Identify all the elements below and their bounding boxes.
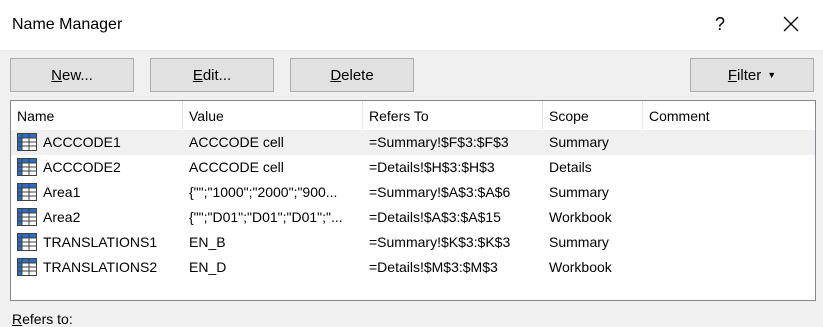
scope-cell: Summary [549,184,609,200]
column-header-name[interactable]: Name [11,101,183,129]
scope-cell: Workbook [549,209,612,225]
value-cell: EN_D [189,259,227,275]
value-cell: ACCCODE cell [189,159,284,175]
named-range-table-icon [17,158,37,176]
value-cell: {"";"D01";"D01";"D01";"... [189,209,343,225]
value-cell: ACCCODE cell [189,134,284,150]
table-row[interactable]: Area1 {"";"1000";"2000";"900... =Summary!$… [11,180,815,205]
value-cell: EN_B [189,234,226,250]
delete-button[interactable]: Delete [290,58,414,92]
filter-button[interactable]: Filter ▼ [690,58,814,92]
named-range-table-icon [17,183,37,201]
name-cell: TRANSLATIONS2 [17,255,187,280]
edit-button[interactable]: Edit... [150,58,274,92]
named-range-table-icon [17,208,37,226]
scope-cell: Summary [549,134,609,150]
name-cell: TRANSLATIONS1 [17,230,187,255]
comment-cell [649,155,809,180]
comment-cell [649,180,809,205]
refers-to-cell: =Details!$A$3:$A$15 [369,209,501,225]
table-row[interactable]: TRANSLATIONS1 EN_B =Summary!$K$3:$K$3 Summa… [11,230,815,255]
table-row[interactable]: TRANSLATIONS2 EN_D =Details!$M$3:$M$3 Workb… [11,255,815,280]
column-header-value[interactable]: Value [183,101,363,129]
scope-cell: Details [549,159,592,175]
name-cell: Area2 [17,205,187,230]
comment-cell [649,130,809,155]
scope-cell: Summary [549,234,609,250]
refers-to-cell: =Details!$H$3:$H$3 [369,159,495,175]
name-cell: Area1 [17,180,187,205]
column-header-comment[interactable]: Comment [643,101,815,129]
comment-cell [649,255,809,280]
close-icon [783,16,799,32]
new-button[interactable]: New... [10,58,134,92]
refers-to-cell: =Summary!$F$3:$F$3 [369,134,509,150]
title-bar: Name Manager ? [0,0,823,50]
table-row[interactable]: Area2 {"";"D01";"D01";"D01";"... =Details!… [11,205,815,230]
table-row[interactable]: ACCCODE1 ACCCODE cell =Summary!$F$3:$F$3 Su… [11,130,815,155]
named-range-table-icon [17,258,37,276]
close-button[interactable] [776,10,806,38]
column-header-refers-to[interactable]: Refers To [363,101,543,129]
column-header-scope[interactable]: Scope [543,101,643,129]
scope-cell: Workbook [549,259,612,275]
dialog-title: Name Manager [12,16,123,33]
refers-to-cell: =Details!$M$3:$M$3 [369,259,498,275]
table-row[interactable]: ACCCODE2 ACCCODE cell =Details!$H$3:$H$3 De… [11,155,815,180]
name-cell: ACCCODE2 [17,155,187,180]
names-list[interactable]: Name Value Refers To Scope Comment ACCCO… [10,100,816,301]
help-button[interactable]: ? [706,10,734,38]
dropdown-arrow-icon: ▼ [767,70,777,80]
refers-to-cell: =Summary!$K$3:$K$3 [369,234,511,250]
refers-to-cell: =Summary!$A$3:$A$6 [369,184,511,200]
value-cell: {"";"1000";"2000";"900... [189,184,338,200]
name-cell: ACCCODE1 [17,130,187,155]
list-header: Name Value Refers To Scope Comment [11,101,815,129]
named-range-table-icon [17,133,37,151]
comment-cell [649,230,809,255]
refers-to-label: Refers to: [12,311,73,327]
comment-cell [649,205,809,230]
named-range-table-icon [17,233,37,251]
